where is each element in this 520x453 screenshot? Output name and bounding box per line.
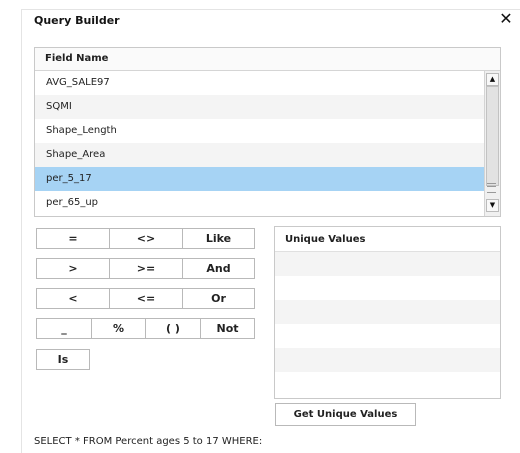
field-list: Field Name AVG_SALE97 SQMI Shape_Length …	[34, 47, 501, 217]
like-button[interactable]: Like	[182, 228, 255, 249]
is-button[interactable]: Is	[36, 349, 90, 370]
field-item-avg-sale97[interactable]: AVG_SALE97	[35, 71, 484, 95]
unique-value-row[interactable]	[275, 276, 500, 300]
query-expression-label: SELECT * FROM Percent ages 5 to 17 WHERE…	[34, 436, 263, 447]
equals-button[interactable]: =	[36, 228, 110, 249]
unique-value-row[interactable]	[275, 372, 500, 396]
unique-values-list: Unique Values	[274, 226, 501, 399]
get-unique-values-button[interactable]: Get Unique Values	[275, 403, 416, 426]
field-list-scrollbar[interactable]: ▲ ▼	[484, 71, 500, 216]
field-item-shape-area[interactable]: Shape_Area	[35, 143, 484, 167]
greater-than-button[interactable]: >	[36, 258, 110, 279]
not-button[interactable]: Not	[200, 318, 255, 339]
not-equal-button[interactable]: <>	[109, 228, 183, 249]
field-item-sqmi[interactable]: SQMI	[35, 95, 484, 119]
scroll-up-icon[interactable]: ▲	[486, 73, 499, 86]
field-item-shape-length[interactable]: Shape_Length	[35, 119, 484, 143]
field-list-header: Field Name	[35, 48, 500, 71]
less-than-button[interactable]: <	[36, 288, 110, 309]
unique-value-row[interactable]	[275, 324, 500, 348]
scrollbar-thumb[interactable]	[486, 86, 499, 186]
greater-or-equal-button[interactable]: >=	[109, 258, 183, 279]
percent-wildcard-button[interactable]: %	[91, 318, 146, 339]
parentheses-button[interactable]: ( )	[145, 318, 201, 339]
unique-value-row[interactable]	[275, 348, 500, 372]
unique-value-row[interactable]	[275, 300, 500, 324]
scrollbar-grip-icon	[487, 183, 496, 193]
underscore-wildcard-button[interactable]: _	[36, 318, 92, 339]
less-or-equal-button[interactable]: <=	[109, 288, 183, 309]
unique-values-header: Unique Values	[275, 227, 500, 252]
unique-values-column-header: Unique Values	[285, 234, 366, 245]
field-item-per-5-17[interactable]: per_5_17	[35, 167, 484, 191]
and-button[interactable]: And	[182, 258, 255, 279]
scroll-down-icon[interactable]: ▼	[486, 199, 499, 212]
dialog-title: Query Builder	[34, 14, 120, 27]
field-name-column-header: Field Name	[45, 53, 109, 64]
close-icon[interactable]: ✕	[498, 10, 514, 28]
field-item-per-65-up[interactable]: per_65_up	[35, 191, 484, 215]
or-button[interactable]: Or	[182, 288, 255, 309]
unique-value-row[interactable]	[275, 252, 500, 276]
